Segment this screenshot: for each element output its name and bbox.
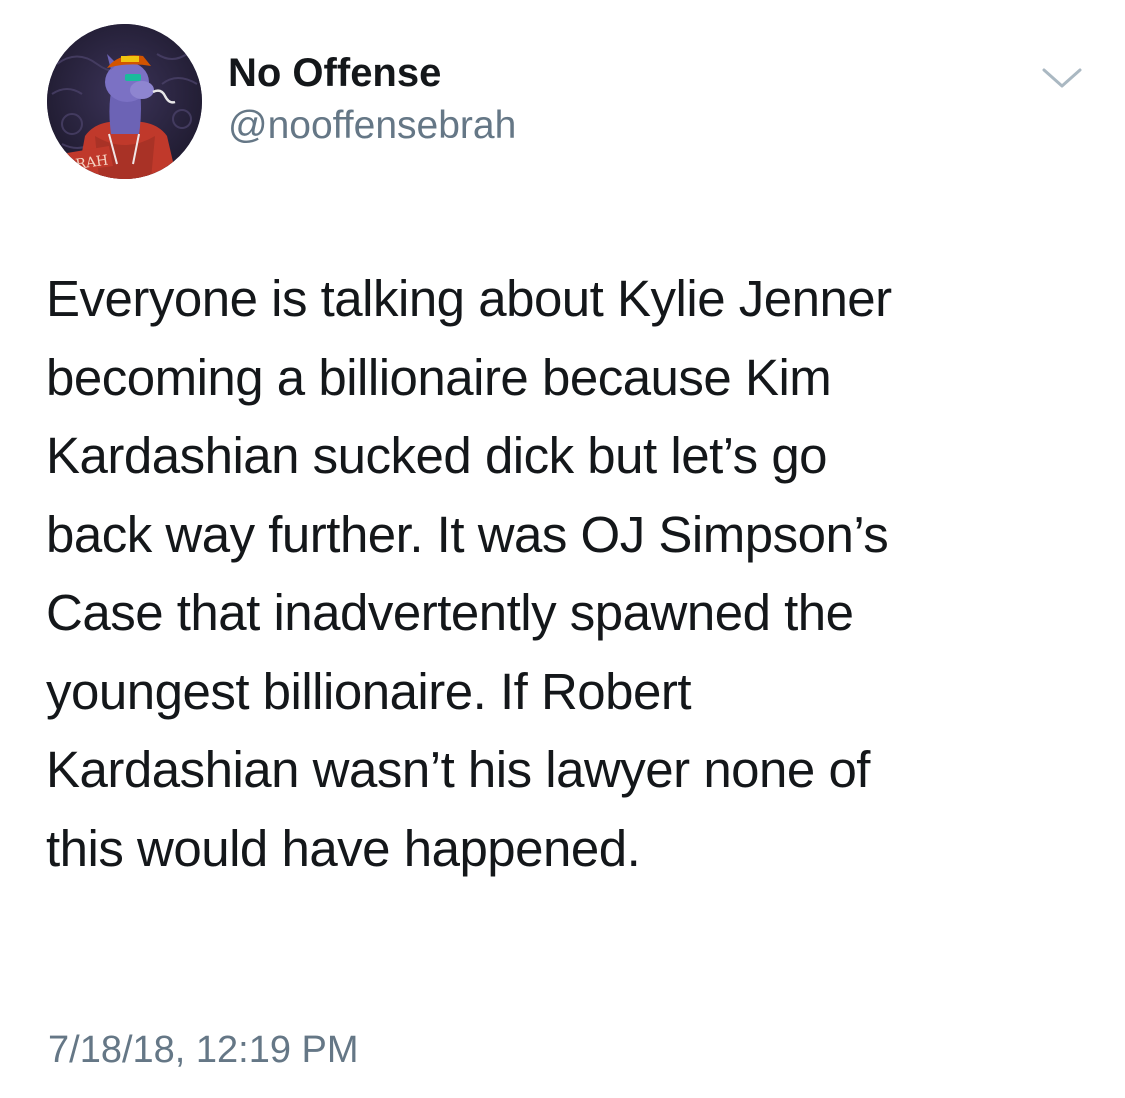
tweet-text: Everyone is talking about Kylie Jenner b… [46, 260, 1086, 888]
tweet-card: BRAH No Offense @nooffensebrah Everyone … [0, 0, 1125, 1098]
tweet-text-line: Case that inadvertently spawned the [46, 584, 854, 641]
tweet-menu-button[interactable] [1040, 60, 1084, 96]
author-display-name[interactable]: No Offense [228, 50, 441, 96]
tweet-text-line: Kardashian sucked dick but let’s go [46, 427, 828, 484]
tweet-text-line: back way further. It was OJ Simpson’s [46, 505, 889, 563]
tweet-text-line: Everyone is talking about Kylie Jenner [46, 270, 892, 327]
avatar[interactable]: BRAH [47, 24, 202, 179]
chevron-down-icon [1042, 68, 1082, 88]
tweet-text-line: this would have happened. [46, 819, 641, 877]
author-handle[interactable]: @nooffensebrah [228, 103, 516, 149]
tweet-text-line: Kardashian wasn’t his lawyer none of [46, 741, 870, 798]
avatar-llama-image: BRAH [47, 24, 202, 179]
tweet-timestamp[interactable]: 7/18/18, 12:19 PM [48, 1027, 359, 1073]
tweet-text-line: youngest billionaire. If Robert [46, 662, 692, 720]
tweet-text-line: becoming a billionaire because Kim [46, 348, 832, 406]
